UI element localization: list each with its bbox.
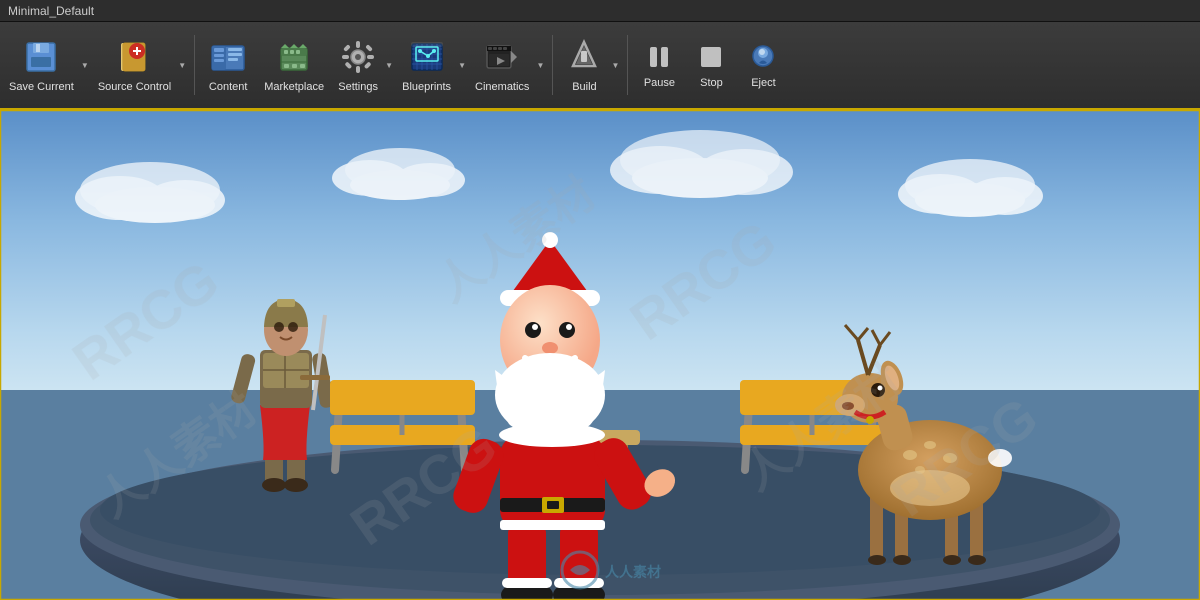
build-label: Build	[572, 81, 596, 93]
eject-button[interactable]: Eject	[738, 27, 788, 103]
blueprints-icon	[407, 37, 447, 77]
divider-1	[194, 35, 195, 95]
cinematics-icon	[482, 37, 522, 77]
build-dropdown[interactable]: ▼	[609, 27, 621, 103]
stop-label: Stop	[700, 77, 723, 89]
divider-2	[552, 35, 553, 95]
source-control-label: Source Control	[98, 81, 171, 93]
stop-icon	[695, 41, 727, 73]
viewport: RRCG RRCG RRCG RRCG 人人素材 人人素材 人人素材 人人素材	[0, 110, 1200, 600]
source-control-icon	[115, 37, 155, 77]
cinematics-button[interactable]: Cinematics	[470, 27, 534, 103]
source-control-dropdown[interactable]: ▼	[176, 27, 188, 103]
settings-group[interactable]: Settings ▼	[333, 27, 395, 103]
build-icon	[564, 37, 604, 77]
marketplace-icon	[274, 37, 314, 77]
settings-label: Settings	[338, 81, 378, 93]
pause-icon	[643, 41, 675, 73]
save-current-label: Save Current	[9, 81, 74, 93]
stop-button[interactable]: Stop	[686, 27, 736, 103]
content-button[interactable]: Content	[201, 27, 255, 103]
source-control-group[interactable]: Source Control ▼	[93, 27, 188, 103]
eject-icon	[747, 41, 779, 73]
save-current-group[interactable]: Save Current ▼	[4, 27, 91, 103]
save-icon	[21, 37, 61, 77]
content-icon	[208, 37, 248, 77]
blueprints-group[interactable]: Blueprints ▼	[397, 27, 468, 103]
settings-dropdown[interactable]: ▼	[383, 27, 395, 103]
pause-button[interactable]: Pause	[634, 27, 684, 103]
svg-text:人人素材: 人人素材	[605, 564, 661, 580]
content-label: Content	[209, 81, 248, 93]
pause-label: Pause	[644, 77, 675, 89]
build-group[interactable]: Build ▼	[559, 27, 621, 103]
window-title: Minimal_Default	[8, 4, 94, 18]
settings-button[interactable]: Settings	[333, 27, 383, 103]
scene-svg: RRCG RRCG RRCG RRCG 人人素材 人人素材 人人素材 人人素材	[0, 110, 1200, 600]
title-bar: Minimal_Default	[0, 0, 1200, 22]
blueprints-dropdown[interactable]: ▼	[456, 27, 468, 103]
cinematics-dropdown[interactable]: ▼	[534, 27, 546, 103]
cinematics-group[interactable]: Cinematics ▼	[470, 27, 546, 103]
save-current-dropdown[interactable]: ▼	[79, 27, 91, 103]
toolbar: Save Current ▼ Source Control ▼	[0, 22, 1200, 110]
source-control-button[interactable]: Source Control	[93, 27, 176, 103]
play-controls: Pause Stop Eject	[634, 27, 788, 103]
save-current-button[interactable]: Save Current	[4, 27, 79, 103]
eject-label: Eject	[751, 77, 775, 89]
blueprints-button[interactable]: Blueprints	[397, 27, 456, 103]
settings-icon	[338, 37, 378, 77]
blueprints-label: Blueprints	[402, 81, 451, 93]
divider-3	[627, 35, 628, 95]
build-button[interactable]: Build	[559, 27, 609, 103]
cinematics-label: Cinematics	[475, 81, 529, 93]
marketplace-label: Marketplace	[264, 81, 324, 93]
marketplace-button[interactable]: Marketplace	[257, 27, 331, 103]
